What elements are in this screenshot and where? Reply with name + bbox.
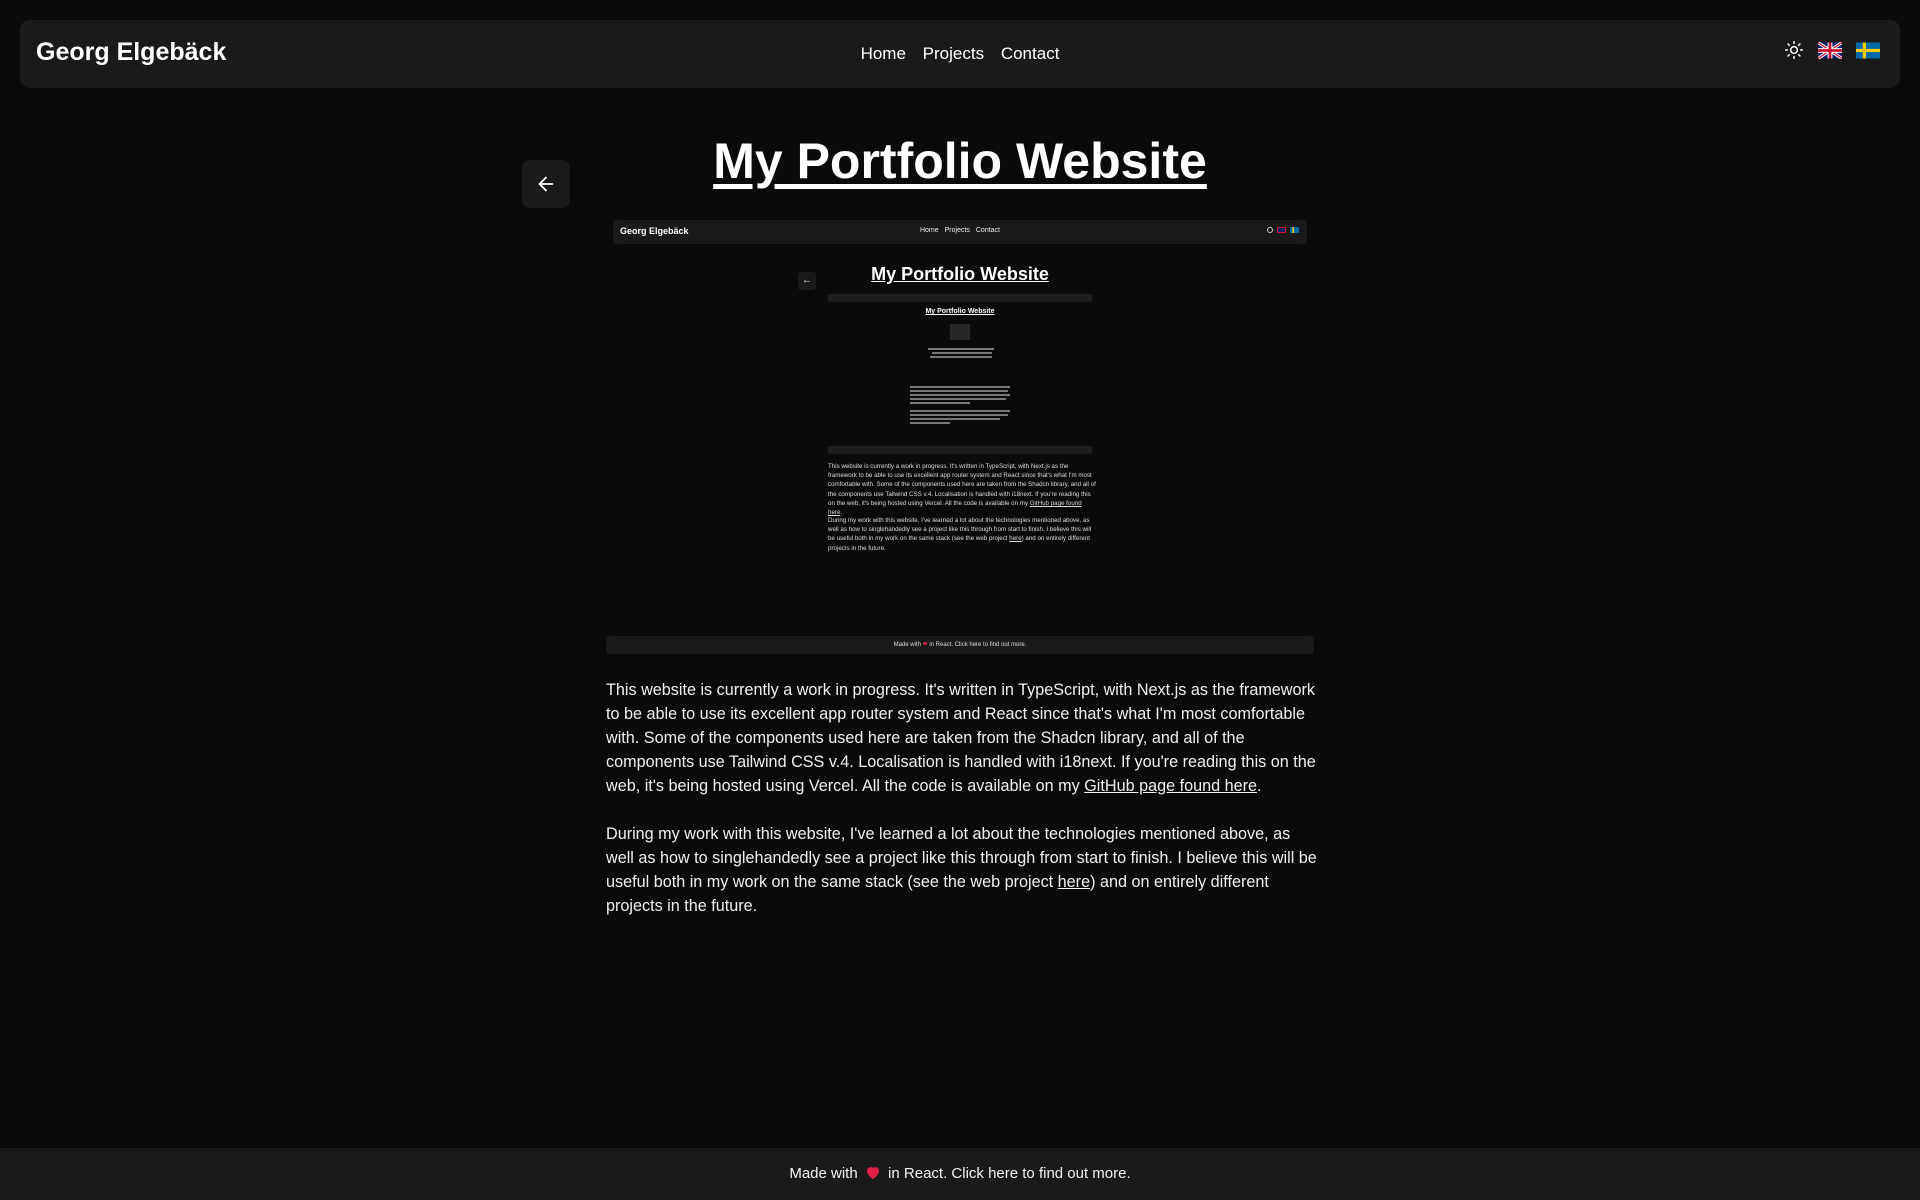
- screenshot-flag-sweden-icon: [1290, 227, 1299, 233]
- screenshot-heart-icon: ❤: [922, 642, 928, 648]
- screenshot-footer: Made with ❤ in React. Click here to find…: [606, 636, 1314, 654]
- flag-uk-icon[interactable]: [1818, 41, 1842, 59]
- screenshot-nav-links: Home Projects Contact: [613, 227, 1307, 234]
- project-screenshot: Georg Elgebäck Home Projects Contact ← M…: [606, 220, 1314, 654]
- description-paragraph-1-end: .: [1257, 777, 1262, 795]
- nested-text-line: [932, 352, 992, 354]
- screenshot-nav-icons: [1267, 227, 1299, 233]
- screenshot-title: My Portfolio Website: [871, 264, 1049, 284]
- web-project-link[interactable]: here: [1058, 873, 1090, 891]
- screenshot-flag-uk-icon: [1277, 227, 1286, 233]
- screenshot-paragraph-1: This website is currently a work in prog…: [828, 462, 1096, 517]
- nested-footer: [828, 446, 1092, 454]
- description-paragraph-1: This website is currently a work in prog…: [606, 678, 1320, 798]
- description-paragraph-2: During my work with this website, I've l…: [606, 822, 1320, 918]
- main-nav: Home Projects Contact: [20, 44, 1900, 64]
- github-link[interactable]: GitHub page found here: [1084, 777, 1257, 795]
- site-footer[interactable]: Made with in React. Click here to find o…: [0, 1148, 1920, 1200]
- sun-icon[interactable]: [1784, 40, 1804, 60]
- heart-icon: [866, 1167, 879, 1180]
- nav-home-link[interactable]: Home: [861, 44, 906, 63]
- screenshot-paragraph-1-end: .: [840, 509, 843, 517]
- nav-projects-link[interactable]: Projects: [923, 44, 984, 63]
- nested-text-line: [910, 414, 1008, 416]
- nested-text-line: [910, 422, 950, 424]
- footer-text-after: in React. Click here to find out more.: [888, 1165, 1131, 1182]
- footer-text-before: Made with: [789, 1165, 858, 1182]
- nested-text-line: [910, 390, 1008, 392]
- screenshot-navbar: Georg Elgebäck Home Projects Contact: [613, 220, 1307, 244]
- screenshot-nav-projects: Projects: [944, 227, 970, 234]
- nested-navbar: [828, 294, 1092, 302]
- nested-thumbnail: [950, 324, 970, 340]
- nested-text-line: [910, 402, 970, 404]
- nested-text-line: [910, 410, 1010, 412]
- nested-text-line: [910, 394, 1010, 396]
- screenshot-nav-contact: Contact: [975, 227, 1000, 234]
- screenshot-nav-home: Home: [919, 227, 939, 234]
- nested-title: My Portfolio Website: [925, 308, 995, 315]
- screenshot-sun-icon: [1267, 227, 1273, 233]
- screenshot-paragraph-2: During my work with this website, I've l…: [828, 516, 1096, 553]
- nested-text-line: [930, 356, 992, 358]
- flag-sweden-icon[interactable]: [1856, 42, 1880, 59]
- page-title: My Portfolio Website: [713, 133, 1207, 189]
- back-button[interactable]: [522, 160, 570, 208]
- nav-controls: [1784, 40, 1880, 60]
- nested-text-line: [910, 418, 1000, 420]
- nested-screenshot: My Portfolio Website: [828, 294, 1092, 444]
- screenshot-here-link: here: [1009, 535, 1022, 543]
- nested-text-line: [910, 386, 1010, 388]
- screenshot-footer-before: Made with: [893, 642, 921, 648]
- screenshot-footer-after: in React. Click here to find out more.: [929, 642, 1027, 648]
- arrow-left-icon: [538, 176, 554, 192]
- nested-text-line: [910, 398, 1006, 400]
- nav-contact-link[interactable]: Contact: [1001, 44, 1060, 63]
- top-navbar: Georg Elgebäck Home Projects Contact: [20, 20, 1900, 88]
- nested-text-line: [928, 348, 994, 350]
